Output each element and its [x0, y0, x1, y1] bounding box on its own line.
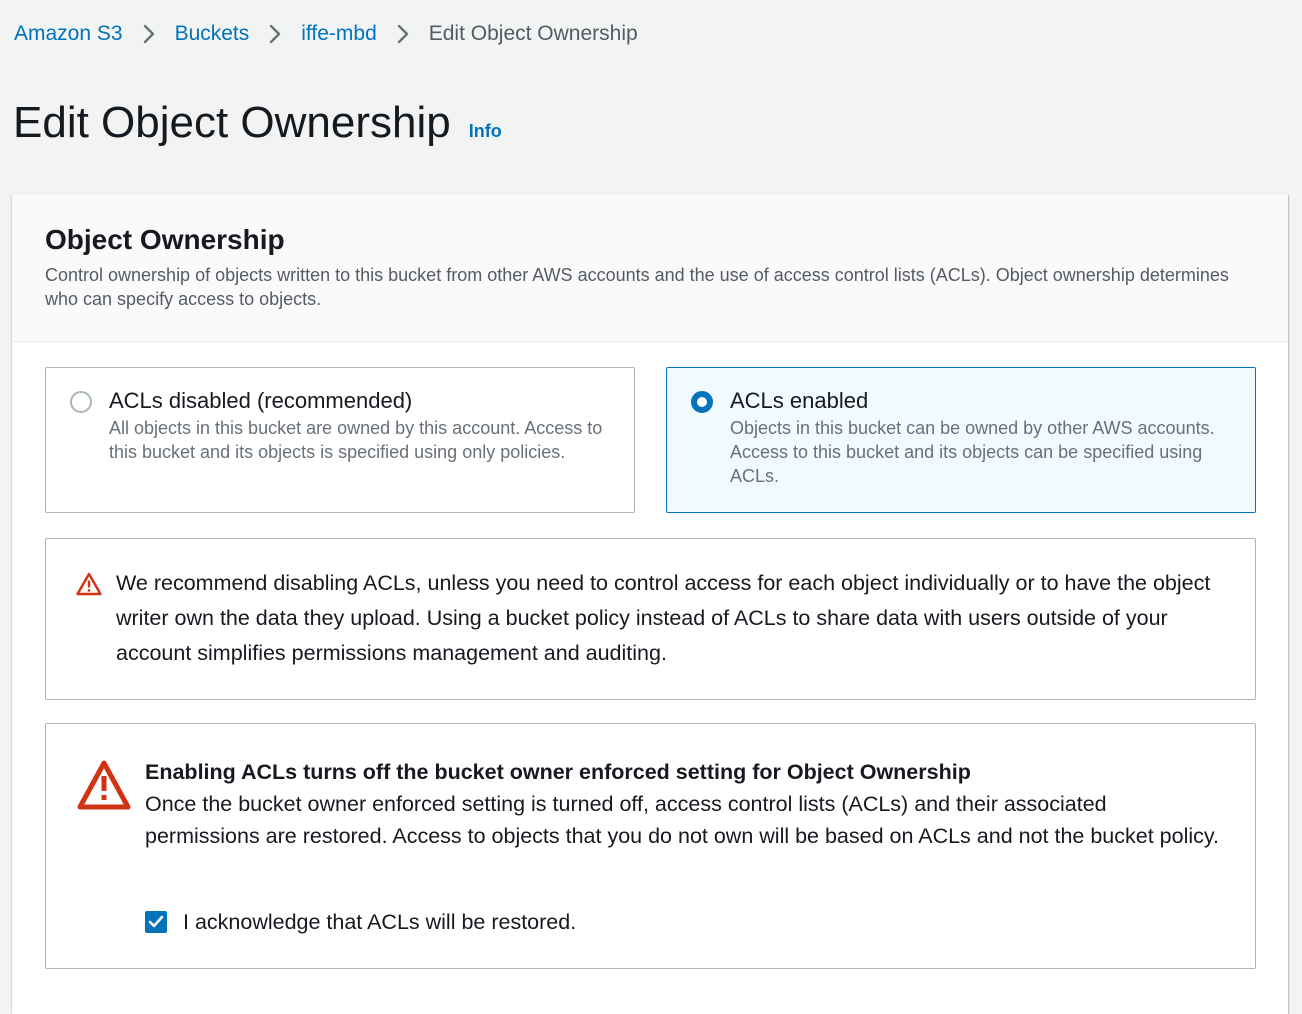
breadcrumb-bucket-name[interactable]: iffe-mbd — [301, 20, 376, 48]
option-acls-enabled[interactable]: ACLs enabled Objects in this bucket can … — [666, 367, 1256, 513]
option-label: ACLs enabled — [730, 388, 869, 413]
page-header: Edit Object Ownership Info — [13, 96, 502, 150]
recommendation-alert: We recommend disabling ACLs, unless you … — [45, 538, 1256, 700]
panel-header: Object Ownership Control ownership of ob… — [12, 194, 1288, 342]
panel-title: Object Ownership — [45, 224, 285, 255]
breadcrumb-amazon-s3[interactable]: Amazon S3 — [14, 20, 123, 48]
option-description: All objects in this bucket are owned by … — [109, 418, 603, 462]
recommendation-text: We recommend disabling ACLs, unless you … — [116, 571, 1211, 665]
acl-warning-alert: Enabling ACLs turns off the bucket owner… — [45, 723, 1256, 969]
acl-warning-title: Enabling ACLs turns off the bucket owner… — [145, 760, 971, 784]
acknowledge-label: I acknowledge that ACLs will be restored… — [183, 910, 577, 934]
breadcrumb-buckets[interactable]: Buckets — [175, 20, 250, 48]
option-label: ACLs disabled (recommended) — [109, 388, 413, 413]
page-title: Edit Object Ownership — [13, 98, 451, 147]
acls-enabled-radio[interactable] — [691, 391, 713, 413]
warning-icon — [77, 760, 131, 815]
option-acls-disabled[interactable]: ACLs disabled (recommended) All objects … — [45, 367, 635, 513]
warning-icon — [76, 572, 102, 601]
object-ownership-panel: Object Ownership Control ownership of ob… — [12, 194, 1288, 1014]
breadcrumb: Amazon S3 Buckets iffe-mbd Edit Object O… — [14, 20, 638, 48]
breadcrumb-current: Edit Object Ownership — [428, 22, 638, 45]
checkmark-icon — [148, 915, 164, 928]
chevron-right-icon — [123, 20, 175, 48]
acknowledge-checkbox[interactable] — [145, 911, 167, 933]
chevron-right-icon — [377, 20, 429, 48]
info-link[interactable]: Info — [469, 121, 502, 142]
acknowledge-row[interactable]: I acknowledge that ACLs will be restored… — [145, 907, 576, 937]
chevron-right-icon — [249, 20, 301, 48]
panel-description: Control ownership of objects written to … — [45, 265, 1229, 309]
acl-warning-body: Once the bucket owner enforced setting i… — [145, 792, 1220, 848]
acls-disabled-radio[interactable] — [70, 391, 92, 413]
option-description: Objects in this bucket can be owned by o… — [730, 418, 1215, 486]
